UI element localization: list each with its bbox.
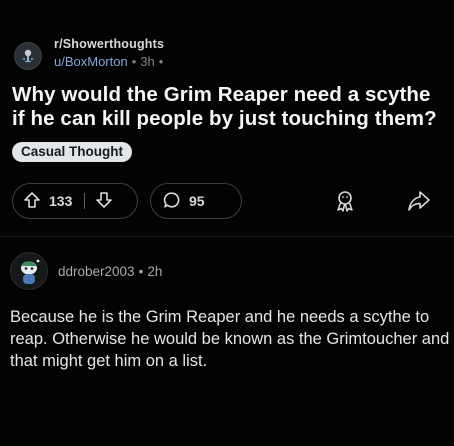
comment-meta-separator: • [138,264,144,279]
meta-separator: • [131,54,137,69]
post-header: r/Showerthoughts u/BoxMorton • 3h • [10,36,440,76]
post-meta: u/BoxMorton • 3h • [54,54,167,70]
subreddit-name[interactable]: r/Showerthoughts [54,36,164,52]
post-title[interactable]: Why would the Grim Reaper need a scythe … [12,83,442,131]
comment-author[interactable]: ddrober2003 [58,264,135,279]
vote-divider [84,193,86,209]
arrow-up-icon[interactable] [23,191,41,212]
comment-bubble-icon [163,191,181,212]
comment-meta: ddrober2003 • 2h [58,264,162,279]
snoo-avatar-icon[interactable] [10,252,48,290]
comment-time: 2h [147,264,163,279]
upvote-count: 133 [49,193,73,209]
award-icon[interactable] [332,188,358,214]
section-divider [0,236,454,237]
vote-pill: 133 [12,183,138,219]
post-time: 3h [140,54,155,69]
share-icon[interactable] [406,188,432,214]
subreddit-avatar-icon[interactable] [14,42,42,70]
post-flair[interactable]: Casual Thought [12,142,132,162]
comments-button[interactable]: 95 [150,183,242,219]
comment-body: Because he is the Grim Reaper and he nee… [10,308,450,370]
post-actions-bar: 133 95 [12,183,442,219]
comment-count: 95 [189,193,205,209]
meta-trailing-dot: • [158,54,164,69]
post-author[interactable]: u/BoxMorton [54,54,128,69]
arrow-down-icon[interactable] [95,191,113,212]
